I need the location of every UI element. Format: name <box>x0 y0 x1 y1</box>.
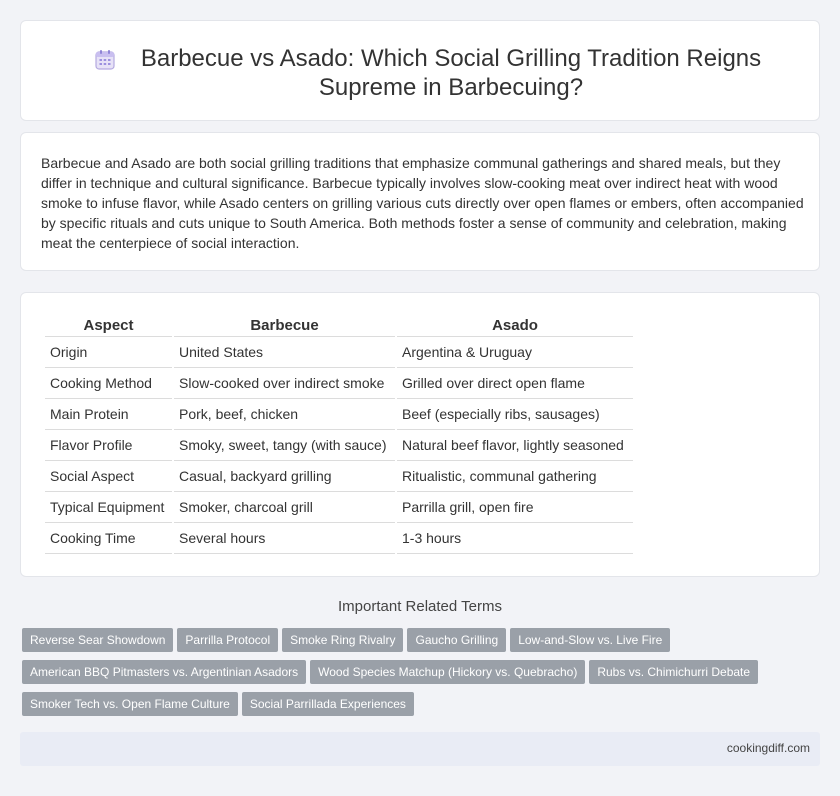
table-cell: Natural beef flavor, lightly seasoned <box>397 430 633 461</box>
table-cell: Smoker, charcoal grill <box>174 492 395 523</box>
table-cell: Main Protein <box>45 399 172 430</box>
comparison-table-card: Aspect Barbecue Asado Origin United Stat… <box>20 292 820 577</box>
table-cell: Flavor Profile <box>45 430 172 461</box>
column-header-aspect: Aspect <box>45 315 172 337</box>
related-term-tag[interactable]: Wood Species Matchup (Hickory vs. Quebra… <box>310 660 586 684</box>
table-cell: Parrilla grill, open fire <box>397 492 633 523</box>
table-cell: Argentina & Uruguay <box>397 337 633 368</box>
title-card: Barbecue vs Asado: Which Social Grilling… <box>20 20 820 121</box>
related-term-tag[interactable]: Smoker Tech vs. Open Flame Culture <box>22 692 238 716</box>
table-cell: Cooking Time <box>45 523 172 554</box>
table-cell: Typical Equipment <box>45 492 172 523</box>
column-header-asado: Asado <box>397 315 633 337</box>
related-term-tag[interactable]: American BBQ Pitmasters vs. Argentinian … <box>22 660 307 684</box>
table-row: Typical Equipment Smoker, charcoal grill… <box>45 492 633 523</box>
related-term-tag[interactable]: Gaucho Grilling <box>407 628 507 652</box>
table-cell: Ritualistic, communal gathering <box>397 461 633 492</box>
table-cell: Beef (especially ribs, sausages) <box>397 399 633 430</box>
table-row: Cooking Method Slow-cooked over indirect… <box>45 368 633 399</box>
related-term-tag[interactable]: Rubs vs. Chimichurri Debate <box>589 660 759 684</box>
table-cell: Slow-cooked over indirect smoke <box>174 368 395 399</box>
related-term-tag[interactable]: Parrilla Protocol <box>177 628 279 652</box>
table-cell: Origin <box>45 337 172 368</box>
table-cell: Pork, beef, chicken <box>174 399 395 430</box>
related-terms-heading: Important Related Terms <box>338 598 502 615</box>
table-cell: United States <box>174 337 395 368</box>
table-row: Main Protein Pork, beef, chicken Beef (e… <box>45 399 633 430</box>
related-term-tag[interactable]: Smoke Ring Rivalry <box>282 628 404 652</box>
related-term-tag[interactable]: Reverse Sear Showdown <box>22 628 174 652</box>
table-cell: Casual, backyard grilling <box>174 461 395 492</box>
column-header-barbecue: Barbecue <box>174 315 395 337</box>
table-row: Cooking Time Several hours 1-3 hours <box>45 523 633 554</box>
page-title: Barbecue vs Asado: Which Social Grilling… <box>140 45 762 101</box>
table-header-row: Aspect Barbecue Asado <box>45 315 633 337</box>
table-row: Flavor Profile Smoky, sweet, tangy (with… <box>45 430 633 461</box>
intro-card: Barbecue and Asado are both social grill… <box>20 132 820 271</box>
comparison-table: Aspect Barbecue Asado Origin United Stat… <box>43 315 635 554</box>
table-cell: Grilled over direct open flame <box>397 368 633 399</box>
table-cell: Cooking Method <box>45 368 172 399</box>
related-term-tag[interactable]: Social Parrillada Experiences <box>241 692 414 716</box>
table-cell: Smoky, sweet, tangy (with sauce) <box>174 430 395 461</box>
intro-paragraph: Barbecue and Asado are both social grill… <box>41 155 804 251</box>
table-cell: 1-3 hours <box>397 523 633 554</box>
footer: cookingdiff.com <box>20 732 820 766</box>
table-cell: Several hours <box>174 523 395 554</box>
table-row: Origin United States Argentina & Uruguay <box>45 337 633 368</box>
table-row: Social Aspect Casual, backyard grilling … <box>45 461 633 492</box>
footer-site-link[interactable]: cookingdiff.com <box>727 741 810 755</box>
table-cell: Social Aspect <box>45 461 172 492</box>
related-terms-list: Reverse Sear Showdown Parrilla Protocol Sm… <box>22 628 812 724</box>
related-term-tag[interactable]: Low-and-Slow vs. Live Fire <box>510 628 671 652</box>
